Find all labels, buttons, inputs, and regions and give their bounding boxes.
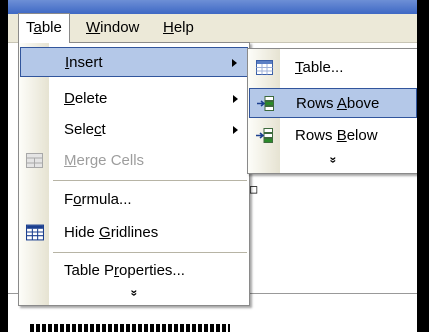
menu-bar: Table Window Help [8, 13, 417, 43]
rows-above-icon [257, 96, 274, 111]
submenu-item-table[interactable]: Table... [249, 53, 417, 83]
menu-item-insert[interactable]: Insert [20, 47, 248, 77]
menu-item-select[interactable]: Select [20, 115, 248, 145]
submenu-arrow-icon [233, 126, 238, 134]
table-menu: Insert Delete Select Merge Cells Formula… [18, 42, 250, 306]
insert-submenu: Table... Rows Above Rows Below » [247, 48, 417, 174]
gridlines-icon [26, 224, 44, 241]
document-text-fragment [30, 324, 230, 332]
expand-submenu-chevron-icon[interactable]: » [248, 152, 417, 168]
rows-below-icon [256, 128, 273, 143]
submenu-arrow-icon [233, 95, 238, 103]
merge-cells-icon [26, 153, 43, 168]
menu-item-delete[interactable]: Delete [20, 84, 248, 114]
submenu-item-rows-above[interactable]: Rows Above [249, 88, 417, 118]
menu-separator [53, 180, 247, 181]
expand-menu-chevron-icon[interactable]: » [19, 285, 249, 301]
menu-item-merge-cells[interactable]: Merge Cells [20, 146, 248, 176]
menu-item-table-properties[interactable]: Table Properties... [20, 256, 248, 286]
window: Table Window Help ¨ □ Insert Delete Selec… [8, 0, 417, 332]
submenu-arrow-icon [232, 59, 237, 67]
menu-table[interactable]: Table [18, 13, 70, 43]
menu-item-formula[interactable]: Formula... [20, 185, 248, 215]
menu-window[interactable]: Window [79, 14, 146, 42]
menu-item-hide-gridlines[interactable]: Hide Gridlines [20, 218, 248, 248]
submenu-item-rows-below[interactable]: Rows Below [249, 121, 417, 151]
menu-separator [53, 252, 247, 253]
menu-help[interactable]: Help [156, 14, 201, 42]
table-icon [256, 60, 273, 75]
title-bar [8, 0, 417, 14]
